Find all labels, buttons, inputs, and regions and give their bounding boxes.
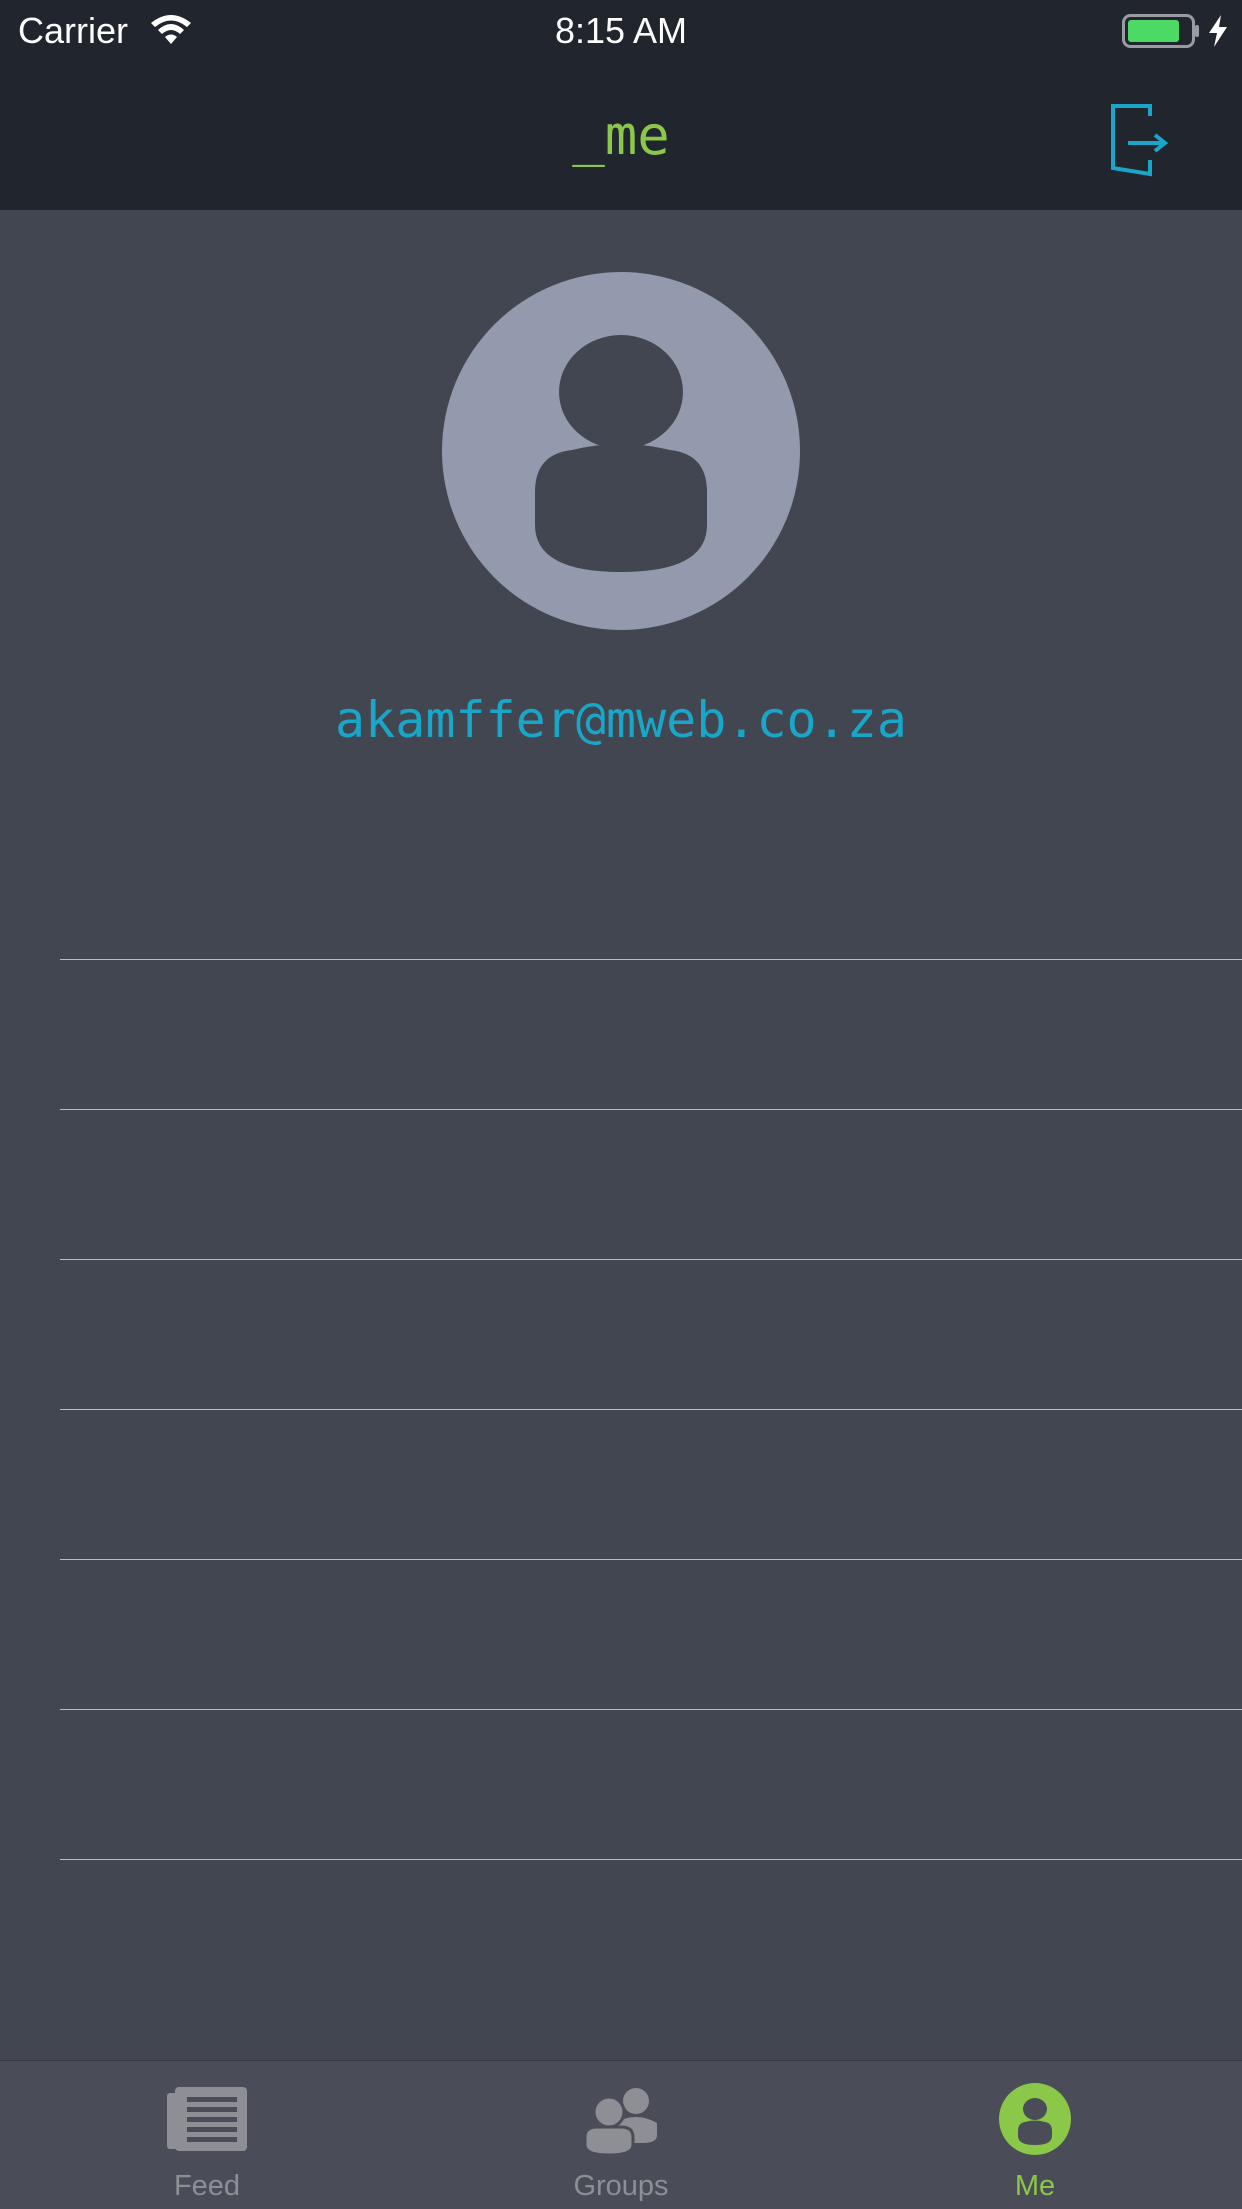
group-icon (583, 2088, 657, 2155)
list-item[interactable] (60, 1260, 1242, 1410)
list-item[interactable] (60, 1560, 1242, 1710)
list-item[interactable] (60, 1710, 1242, 1860)
logout-icon (1111, 104, 1169, 177)
tab-feed[interactable]: Feed (0, 2061, 414, 2209)
charging-bolt-icon (1209, 15, 1227, 47)
status-time: 8:15 AM (554, 10, 688, 51)
tab-label: Groups (573, 2170, 669, 2202)
list-item[interactable] (60, 1410, 1242, 1560)
tab-me[interactable]: Me (828, 2061, 1242, 2209)
logout-button[interactable] (1100, 98, 1180, 178)
list-item[interactable] (60, 810, 1242, 960)
battery-charging-icon (1122, 14, 1199, 48)
list-item[interactable] (60, 1110, 1242, 1260)
tab-bar: Feed Groups Me (0, 2060, 1242, 2209)
person-circle-icon (999, 2083, 1071, 2155)
profile-list (0, 810, 1242, 1860)
tab-groups[interactable]: Groups (414, 2061, 828, 2209)
page-title: _me (572, 104, 670, 167)
navigation-bar: _me (0, 62, 1242, 210)
profile-email: akamffer@mweb.co.za (335, 691, 907, 749)
person-avatar-icon (442, 272, 800, 630)
newspaper-icon (167, 2087, 247, 2151)
list-item[interactable] (60, 960, 1242, 1110)
tab-label: Feed (173, 2170, 241, 2202)
tab-label: Me (1014, 2170, 1056, 2202)
status-bar: Carrier 8:15 AM (0, 0, 1242, 62)
